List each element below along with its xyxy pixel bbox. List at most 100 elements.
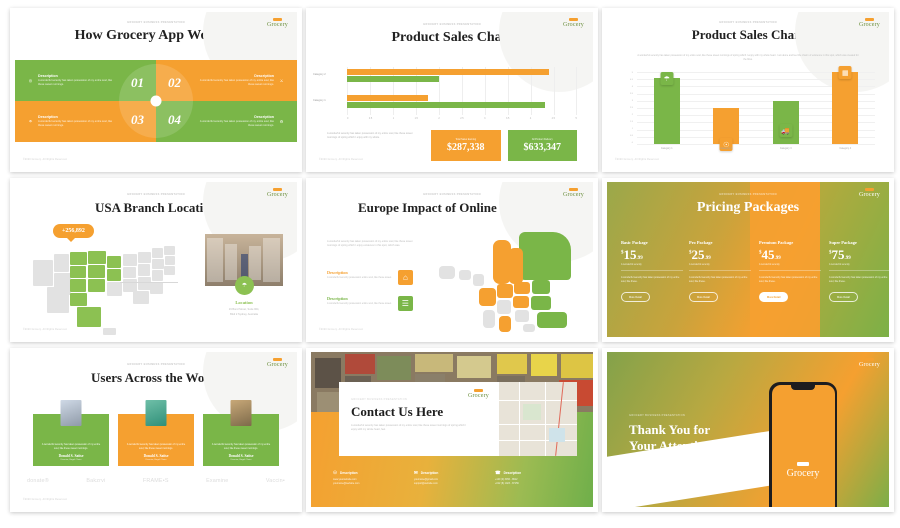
- price-amount: 45: [761, 247, 775, 262]
- slide-thumbnail-users-across-the-world[interactable]: Grocery Business Presentation Users Acro…: [10, 348, 302, 512]
- europe-map[interactable]: [437, 230, 587, 335]
- title-line-1: Thank You for: [629, 422, 711, 437]
- bar-series1-category1: [347, 95, 428, 101]
- package-price: $15.99: [621, 248, 683, 261]
- app-logo: Grocery: [787, 461, 819, 479]
- chart-x-axis: 0 0.5 1 1.5 2 2.5 3 3.5 4 4.5 5: [347, 117, 577, 120]
- contact-item-phone[interactable]: ☎ Description +120 (0) 3456 - 8912 +012 (…: [495, 470, 571, 487]
- xtick: 4.5: [551, 117, 555, 120]
- stat-card-sales[interactable]: Total Sales Earning $287,338: [431, 130, 501, 161]
- package-price: $45.99: [759, 248, 821, 261]
- slide-thumbnail-product-sales-chart-bar[interactable]: Grocery Business Presentation Product Sa…: [306, 8, 598, 172]
- xtick: Category 1: [660, 147, 673, 150]
- testimonial-quote: A wonderful serenity has taken possessio…: [126, 442, 186, 450]
- price-amount: 15: [623, 247, 637, 262]
- column-chart: ☂ ☉ 🚚 ▦: [637, 66, 875, 151]
- column-category-3[interactable]: 🚚: [772, 101, 799, 144]
- chart-group-category-2: Category 2: [313, 69, 577, 83]
- slide-thumbnail-contact-us-here[interactable]: Grocery Business Presentation Contact Us…: [306, 348, 598, 512]
- slide-footer: ©2020 Grocery. All Rights Reserved.: [23, 499, 68, 501]
- contact-item-email[interactable]: ✉ Description yourname@gmail.com support@…: [414, 470, 490, 487]
- slide-thumbnail-how-grocery-app-works[interactable]: Grocery Business Presentation How Grocer…: [10, 8, 302, 172]
- column-category-2[interactable]: ☉: [713, 108, 740, 151]
- horizontal-bar-chart: Category 2 Category 1: [313, 67, 577, 115]
- logo-mark-icon: [568, 18, 578, 21]
- testimonial-card-2[interactable]: A wonderful serenity has taken possessio…: [118, 400, 194, 466]
- feature-item-1[interactable]: Description A wonderful serenity possess…: [327, 270, 413, 285]
- store-pin-icon: ☂: [235, 276, 254, 295]
- xtick: 4: [529, 117, 532, 120]
- slide-footer: ©2020 Grocery. All Rights Reserved.: [615, 499, 660, 501]
- brand-logo: Grocery: [468, 389, 489, 399]
- slide-thumbnail-usa-branch-location[interactable]: Grocery Business Presentation USA Branch…: [10, 178, 302, 342]
- testimonial-card-1[interactable]: A wonderful serenity has taken possessio…: [33, 400, 109, 466]
- contact-heading: Description: [503, 471, 522, 475]
- contact-text-card: Grocery Business Presentation Contact Us…: [339, 382, 499, 456]
- ytick: 0.5: [629, 135, 633, 137]
- slide-footer: ©2020 Grocery. All Rights Reserved.: [23, 159, 68, 161]
- slide-eyebrow: Grocery Business Presentation: [629, 414, 686, 417]
- contact-item-website[interactable]: ☉ Description www.yourwebsite.com yournam…: [333, 470, 409, 487]
- brand-logo-row: donate® Bakzrvi FRAME•S Examine Vaccin•: [27, 478, 285, 484]
- ytick: 1: [631, 128, 633, 130]
- quadrant-heading: Description: [254, 114, 274, 119]
- brand-logo-item: FRAME•S: [142, 478, 169, 484]
- more-detail-button[interactable]: More Detail: [759, 292, 789, 303]
- branch-count-badge: +256,892: [53, 224, 94, 242]
- logo-mark-icon: [272, 18, 282, 21]
- title-line-2: Your Attention: [629, 438, 712, 454]
- xtick: Category 3: [779, 147, 792, 150]
- more-detail-button[interactable]: More Detail: [689, 292, 718, 303]
- slide-thumbnail-europe-impact[interactable]: Grocery Business Presentation Europe Imp…: [306, 178, 598, 342]
- slide-paragraph: A wonderful serenity has taken possessio…: [637, 54, 859, 62]
- slide-thumbnail-product-sales-chart-column[interactable]: Grocery Business Presentation Product Sa…: [602, 8, 894, 172]
- logo-wordmark: Grocery: [562, 192, 584, 198]
- feature-body: A wonderful serenity possession entire s…: [327, 276, 392, 279]
- delivery-icon: 🚚: [779, 124, 793, 137]
- page-title: Contact Us Here: [351, 404, 444, 419]
- location-map[interactable]: [499, 382, 577, 456]
- logo-mark-icon: [473, 389, 483, 392]
- more-detail-button[interactable]: More Detail: [829, 292, 858, 303]
- slide-thumbnail-thank-you[interactable]: Grocery Business Presentation Thank You …: [602, 348, 894, 512]
- pricing-card-premium[interactable]: Premium Package $45.99 A wonderful seren…: [759, 240, 821, 303]
- quadrant-number-01: 01: [119, 64, 156, 101]
- column-category-4[interactable]: ▦: [832, 66, 859, 144]
- brand-logo-item: Vaccin•: [265, 478, 285, 484]
- brand-logo: Grocery: [563, 18, 584, 28]
- slide-thumbnail-pricing-packages[interactable]: Grocery Business Presentation Pricing Pa…: [602, 178, 894, 342]
- ytick: 4.5: [629, 79, 633, 81]
- package-description: A wonderful serenity has taken possessio…: [829, 276, 888, 284]
- pricing-card-super[interactable]: Super Package $75.99 A wonderful serenit…: [829, 240, 889, 303]
- testimonial-card-3[interactable]: A wonderful serenity has taken possessio…: [203, 400, 279, 466]
- slide-canvas: Grocery Business Presentation Product Sa…: [311, 12, 593, 167]
- quadrant-heading: Description: [38, 114, 58, 119]
- package-price: $75.99: [829, 248, 889, 261]
- testimonial-quote: A wonderful serenity has taken possessio…: [211, 442, 271, 450]
- contact-line-2: support@website.com: [414, 482, 438, 486]
- pricing-card-pro[interactable]: Pro Package $25.99 A wonderful serenity …: [689, 240, 751, 303]
- package-price: $25.99: [689, 248, 751, 261]
- more-detail-button[interactable]: More Detail: [621, 292, 650, 303]
- address-line-2: Blvd 2 Sydney, Australia: [230, 312, 258, 316]
- xtick: 0.5: [368, 117, 373, 120]
- package-description: A wonderful serenity has taken possessio…: [759, 276, 818, 284]
- stat-card-delivery[interactable]: All Product Delivery $633,347: [507, 130, 577, 161]
- pricing-card-basic[interactable]: Basic Package $15.99 A wonderful serenit…: [621, 240, 683, 303]
- mail-icon: ✉: [414, 470, 418, 475]
- contact-details-row: ☉ Description www.yourwebsite.com yournam…: [333, 470, 571, 487]
- xtick: 1.5: [414, 117, 418, 120]
- logo-mark-icon: [864, 358, 874, 361]
- brand-logo: Grocery: [267, 18, 288, 28]
- column-category-1[interactable]: ☂: [653, 72, 680, 144]
- package-subtitle: A wonderful serenity: [689, 264, 751, 271]
- feature-item-2[interactable]: Description A wonderful serenity possess…: [327, 296, 413, 311]
- quadrant-body: A wonderful serenity has taken possessio…: [199, 120, 274, 128]
- testimonial-name: Donald S. Satise: [143, 454, 169, 458]
- location-address: 19 Bond Street, Suite 904, Blvd 2 Sydney…: [205, 308, 283, 317]
- slide-canvas: Grocery Business Presentation Users Acro…: [15, 352, 297, 507]
- quadrant-number-03: 03: [119, 101, 156, 138]
- brand-logo: Grocery: [267, 358, 288, 368]
- package-subtitle: A wonderful serenity: [759, 264, 821, 271]
- quadrant-heading: Description: [38, 73, 58, 78]
